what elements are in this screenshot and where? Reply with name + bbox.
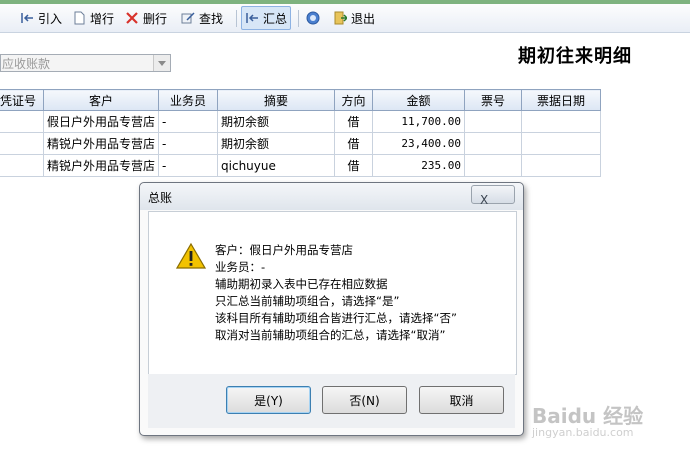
dialog-close-button[interactable]: X: [471, 185, 515, 207]
cell-ticket-date[interactable]: [521, 110, 602, 133]
table-row[interactable]: 精锐户外用品专营店 - 期初余额 借 23,400.00: [0, 132, 602, 155]
cell-voucher[interactable]: [0, 154, 44, 177]
toolbar-separator: [298, 10, 299, 27]
help-icon: [306, 11, 320, 25]
dialog-title-bar[interactable]: 总账 X: [140, 183, 523, 210]
column-header-salesperson[interactable]: 业务员: [158, 89, 219, 111]
toolbar: 引入 增行 删行 查找 汇总 退出: [0, 4, 690, 33]
import-label: 引入: [38, 11, 63, 26]
cell-summary[interactable]: qichuyue: [217, 154, 336, 177]
delete-row-icon: [125, 11, 139, 25]
delete-row-label: 删行: [143, 11, 168, 26]
cell-amount[interactable]: 23,400.00: [372, 132, 466, 155]
account-select-value: 应收账款: [2, 57, 51, 71]
add-row-icon: [72, 11, 86, 25]
exit-icon: [333, 11, 349, 25]
column-header-ticket-date[interactable]: 票据日期: [521, 89, 602, 111]
find-button[interactable]: 查找: [181, 7, 223, 29]
toolbar-separator: [236, 10, 237, 27]
find-icon: [181, 11, 195, 25]
message-line: 取消对当前辅助项组合的汇总，请选择“取消”: [215, 328, 446, 342]
column-header-amount[interactable]: 金额: [372, 89, 466, 111]
table-row[interactable]: 假日户外用品专营店 - 期初余额 借 11,700.00: [0, 110, 602, 133]
cancel-button[interactable]: 取消: [419, 386, 504, 414]
cell-salesperson[interactable]: -: [158, 110, 219, 133]
detail-table: 凭证号 客户 业务员 摘要 方向 金额 票号 票据日期 假日户外用品专营店 - …: [0, 89, 602, 177]
column-header-ticket[interactable]: 票号: [464, 89, 523, 111]
cell-amount[interactable]: 235.00: [372, 154, 466, 177]
watermark-logo: Baidu 经验: [532, 404, 644, 428]
cell-voucher[interactable]: [0, 110, 44, 133]
yes-button[interactable]: 是(Y): [226, 386, 311, 414]
exit-label: 退出: [351, 11, 376, 26]
column-header-voucher[interactable]: 凭证号: [0, 89, 44, 111]
find-label: 查找: [199, 11, 224, 26]
dialog-title: 总账: [148, 191, 173, 205]
dialog-button-bar: 是(Y) 否(N) 取消: [148, 374, 515, 428]
cell-customer[interactable]: 假日户外用品专营店: [42, 110, 160, 133]
message-line: 客户：假日户外用品专营店: [215, 243, 353, 257]
cell-salesperson[interactable]: -: [158, 132, 219, 155]
close-icon: X: [480, 193, 489, 207]
cell-amount[interactable]: 11,700.00: [372, 110, 466, 133]
column-header-direction[interactable]: 方向: [334, 89, 374, 111]
summary-button[interactable]: 汇总: [241, 6, 292, 30]
cell-ticket[interactable]: [464, 110, 523, 133]
warning-icon: [175, 242, 207, 272]
message-line: 该科目所有辅助项组合皆进行汇总，请选择“否”: [215, 311, 457, 325]
table-row[interactable]: 精锐户外用品专营店 - qichuyue 借 235.00: [0, 154, 602, 177]
watermark-url: jingyan.baidu.com: [532, 426, 634, 439]
cell-summary[interactable]: 期初余额: [217, 132, 336, 155]
summary-icon: [245, 11, 259, 25]
cell-ticket[interactable]: [464, 132, 523, 155]
cell-customer[interactable]: 精锐户外用品专营店: [42, 132, 160, 155]
cell-ticket[interactable]: [464, 154, 523, 177]
dialog-message-area: 客户：假日户外用品专营店 业务员：- 辅助期初录入表中已存在相应数据 只汇总当前…: [148, 211, 517, 375]
cell-voucher[interactable]: [0, 132, 44, 155]
cell-direction[interactable]: 借: [334, 110, 374, 133]
account-select[interactable]: 应收账款: [0, 54, 171, 72]
column-header-summary[interactable]: 摘要: [217, 89, 336, 111]
cell-summary[interactable]: 期初余额: [217, 110, 336, 133]
cell-direction[interactable]: 借: [334, 132, 374, 155]
exit-button[interactable]: 退出: [333, 7, 375, 29]
no-button[interactable]: 否(N): [322, 386, 407, 414]
page-title: 期初往来明细: [518, 46, 632, 67]
confirm-dialog: 总账 X 客户：假日户外用品专营店 业务员：- 辅助期初录入表中已存在相应数据 …: [139, 182, 524, 436]
add-row-label: 增行: [90, 11, 115, 26]
delete-row-button[interactable]: 删行: [125, 7, 167, 29]
message-line: 业务员：-: [215, 260, 266, 274]
import-icon: [20, 11, 34, 25]
summary-label: 汇总: [263, 11, 288, 26]
chevron-down-icon[interactable]: [153, 55, 170, 71]
table-header-row: 凭证号 客户 业务员 摘要 方向 金额 票号 票据日期: [0, 89, 602, 111]
import-button[interactable]: 引入: [20, 7, 62, 29]
message-line: 辅助期初录入表中已存在相应数据: [215, 277, 388, 291]
dialog-message: 客户：假日户外用品专营店 业务员：- 辅助期初录入表中已存在相应数据 只汇总当前…: [215, 242, 457, 344]
cell-customer[interactable]: 精锐户外用品专营店: [42, 154, 160, 177]
help-button[interactable]: [306, 7, 320, 29]
cell-direction[interactable]: 借: [334, 154, 374, 177]
message-line: 只汇总当前辅助项组合，请选择“是”: [215, 294, 400, 308]
cell-ticket-date[interactable]: [521, 132, 602, 155]
column-header-customer[interactable]: 客户: [42, 89, 160, 111]
add-row-button[interactable]: 增行: [72, 7, 114, 29]
cell-salesperson[interactable]: -: [158, 154, 219, 177]
cell-ticket-date[interactable]: [521, 154, 602, 177]
